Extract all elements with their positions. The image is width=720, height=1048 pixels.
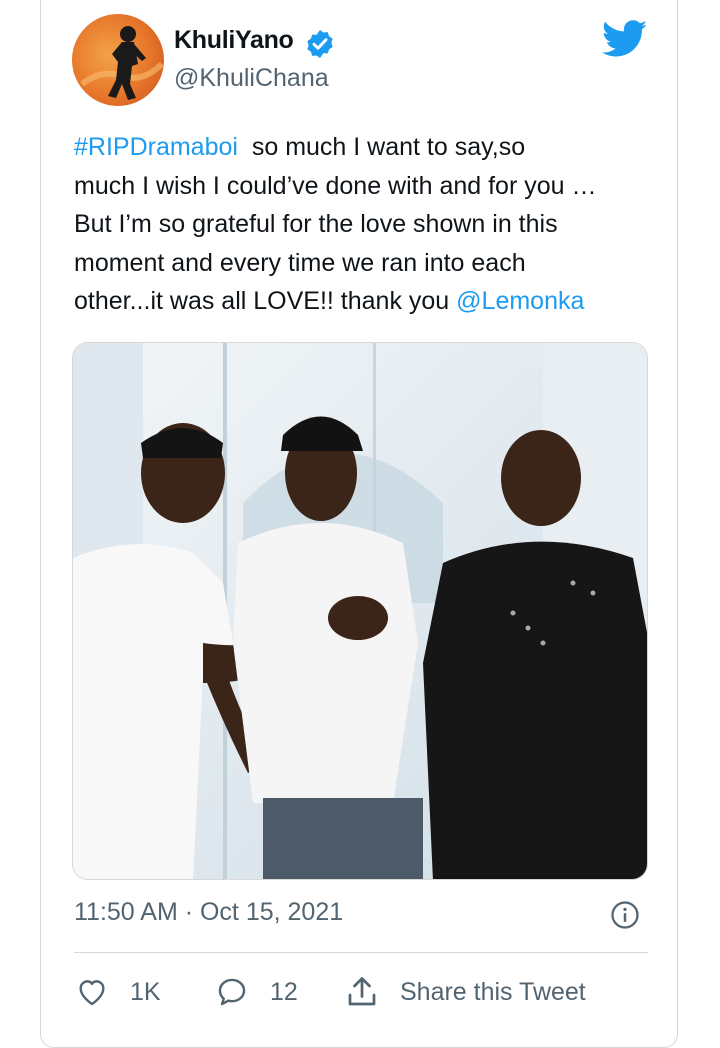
divider [74, 952, 648, 953]
tweet-text-segment: much I wish I could’ve done with and for… [74, 171, 597, 200]
twitter-bird-icon[interactable] [602, 20, 648, 58]
tweet-text-line: moment and every time we ran into each [74, 244, 664, 283]
author-handle[interactable]: @KhuliChana [174, 64, 329, 93]
tweet-text-line: much I wish I could’ve done with and for… [74, 167, 664, 206]
reply-bubble-icon [218, 978, 246, 1006]
share-button[interactable]: Share this Tweet [344, 974, 586, 1010]
info-icon[interactable] [610, 900, 640, 930]
tweet-text-line: But I’m so grateful for the love shown i… [74, 205, 664, 244]
share-label: Share this Tweet [400, 977, 586, 1006]
heart-icon [79, 980, 105, 1006]
like-button[interactable]: 1K [74, 974, 161, 1010]
like-count: 1K [130, 977, 161, 1006]
tweet-text: #RIPDramaboi so much I want to say,so muc… [74, 128, 664, 321]
tweet-text-segment: so much I want to say,so [237, 133, 526, 161]
hashtag-link[interactable]: #RIPDramaboi [74, 133, 238, 161]
share-upload-icon [348, 977, 376, 1006]
tweet-timestamp[interactable]: 11:50 AM · Oct 15, 2021 [74, 898, 343, 927]
tweet-text-segment: But I’m so grateful for the love shown i… [74, 210, 558, 238]
tweet-text-segment: moment and every time we ran into each [74, 248, 526, 277]
mention-link[interactable]: @Lemonka [456, 287, 584, 315]
verified-badge-icon [307, 30, 333, 58]
tweet-text-line: #RIPDramaboi so much I want to say,so [74, 128, 664, 167]
avatar[interactable] [72, 14, 164, 106]
author-name[interactable]: KhuliYano [174, 26, 294, 55]
tweet-photo[interactable] [72, 342, 648, 880]
tweet-text-line: other...it was all LOVE!! thank you @Lem… [74, 282, 664, 321]
reply-button[interactable]: 12 [214, 974, 298, 1010]
reply-count: 12 [270, 977, 298, 1006]
tweet-text-segment: other...it was all LOVE!! thank you [74, 287, 457, 315]
